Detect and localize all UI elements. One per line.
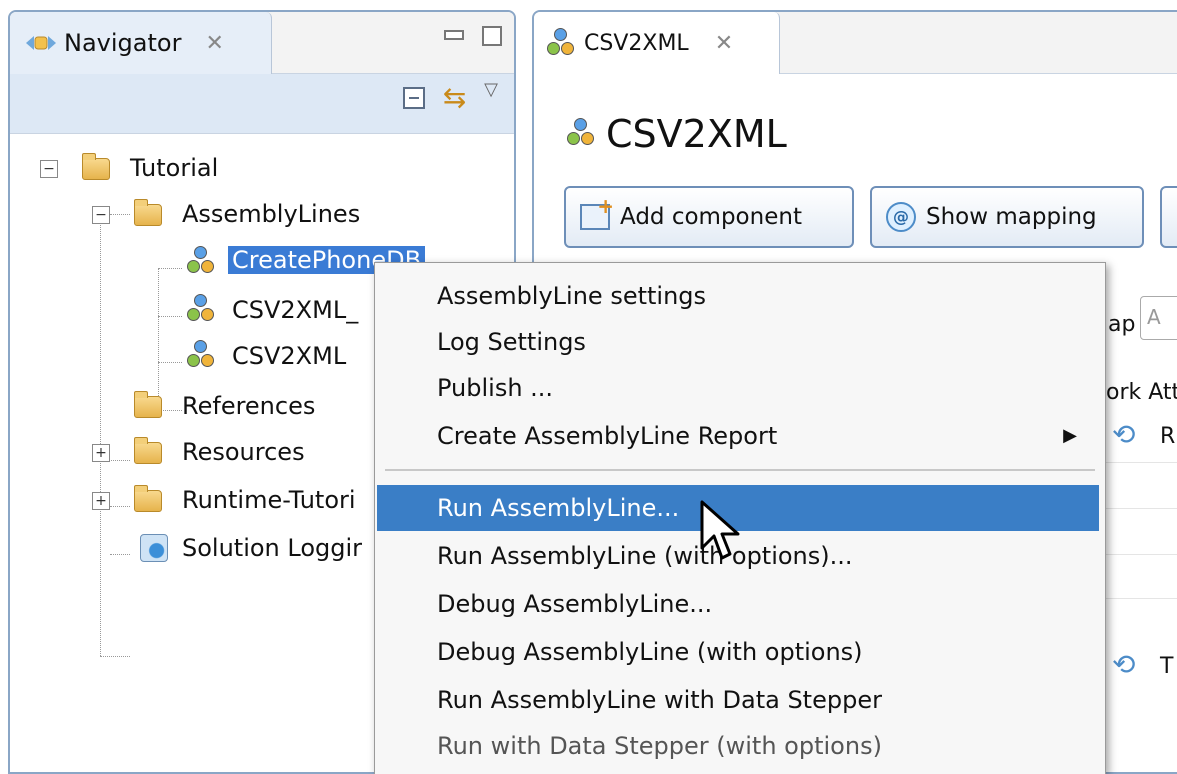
navigator-tabbar: Navigator ✕ <box>10 12 514 74</box>
expand-toggle[interactable]: + <box>92 492 110 510</box>
expand-toggle[interactable]: + <box>92 444 110 462</box>
add-component-icon <box>580 194 614 230</box>
map-input-text: A <box>1147 305 1161 329</box>
tree-item-label: References <box>182 392 316 420</box>
tree-item-tutorial[interactable]: − Tutorial <box>10 146 510 191</box>
assemblyline-icon <box>566 118 598 150</box>
hook-icon: ⟲ <box>1112 648 1136 681</box>
add-component-button[interactable]: Add component <box>564 186 854 248</box>
show-mapping-label: Show mapping <box>926 204 1097 230</box>
maximize-icon[interactable] <box>482 26 502 46</box>
hook-icon: ⟲ <box>1112 418 1136 451</box>
navigator-tree: − Tutorial − AssemblyLines CreatePhoneDB… <box>10 134 514 657</box>
map-label-partial: ap <box>1108 312 1136 337</box>
menu-item-debug-assemblyline[interactable]: Debug AssemblyLine... <box>377 581 1099 627</box>
close-icon[interactable]: ✕ <box>205 31 223 56</box>
editor-title: CSV2XML <box>566 112 787 156</box>
add-component-label: Add component <box>620 204 802 230</box>
view-menu-icon[interactable]: ▽ <box>484 79 498 100</box>
assemblyline-icon <box>186 246 216 276</box>
collapse-all-icon[interactable] <box>402 87 425 109</box>
collapse-toggle[interactable]: − <box>92 206 110 224</box>
editor-title-text: CSV2XML <box>606 112 787 156</box>
assemblyline-icon <box>186 340 216 370</box>
tree-item-assemblylines[interactable]: − AssemblyLines <box>10 192 510 237</box>
folder-open-icon <box>134 199 162 226</box>
hook-label-partial: T <box>1160 654 1174 679</box>
editor-tabbar: CSV2XML ✕ <box>534 12 1177 74</box>
tree-item-label: Tutorial <box>130 154 219 182</box>
navigator-icon <box>26 36 56 50</box>
assemblyline-icon <box>546 28 576 58</box>
tree-item-label: CSV2XML <box>232 342 347 370</box>
work-attr-label-partial: ork Att <box>1106 380 1177 405</box>
navigator-tab-label: Navigator <box>64 29 182 57</box>
tree-item-label: AssemblyLines <box>182 200 361 228</box>
menu-item-run-data-stepper-options[interactable]: Run with Data Stepper (with options) <box>377 723 1099 769</box>
mapping-icon: @ <box>886 202 916 232</box>
navigator-toolbar: ⇆ ▽ <box>10 74 514 134</box>
map-input-partial[interactable]: A <box>1140 296 1177 340</box>
menu-item-log-settings[interactable]: Log Settings <box>377 319 1099 365</box>
folder-open-icon <box>134 391 162 418</box>
row-divider <box>1104 598 1177 599</box>
folder-icon <box>134 437 162 464</box>
hook-label-partial: R <box>1160 424 1176 449</box>
tab-csv2xml[interactable]: CSV2XML ✕ <box>534 12 780 74</box>
tree-item-label: Runtime-Tutori <box>182 486 356 514</box>
collapse-toggle[interactable]: − <box>40 160 58 178</box>
toolbar-button-partial[interactable] <box>1160 186 1177 248</box>
gear-icon <box>140 534 168 562</box>
submenu-arrow-icon: ▶ <box>1063 425 1077 446</box>
menu-item-label: Create AssemblyLine Report <box>437 422 778 450</box>
editor-tab-label: CSV2XML <box>584 30 689 56</box>
tree-item-label: CSV2XML_ <box>232 296 359 324</box>
menu-separator <box>385 469 1095 471</box>
show-mapping-button[interactable]: @ Show mapping <box>870 186 1144 248</box>
minimize-icon[interactable] <box>444 30 464 40</box>
folder-open-icon <box>82 153 110 180</box>
tab-navigator[interactable]: Navigator ✕ <box>10 12 272 74</box>
close-icon[interactable]: ✕ <box>715 31 733 56</box>
menu-item-assemblyline-settings[interactable]: AssemblyLine settings <box>377 273 1099 319</box>
row-divider <box>1104 462 1177 463</box>
menu-item-debug-with-options[interactable]: Debug AssemblyLine (with options) <box>377 629 1099 675</box>
link-with-editor-icon[interactable]: ⇆ <box>443 84 466 112</box>
tree-item-label: Resources <box>182 438 305 466</box>
menu-item-run-data-stepper[interactable]: Run AssemblyLine with Data Stepper <box>377 677 1099 723</box>
assemblyline-icon <box>186 294 216 324</box>
row-divider <box>1104 508 1177 509</box>
folder-icon <box>134 485 162 512</box>
menu-item-publish[interactable]: Publish ... <box>377 365 1099 411</box>
row-divider <box>1104 554 1177 555</box>
mouse-cursor-icon <box>700 500 740 560</box>
menu-item-create-report[interactable]: Create AssemblyLine Report ▶ <box>377 413 1099 459</box>
tree-item-label: Solution Loggir <box>182 534 363 562</box>
